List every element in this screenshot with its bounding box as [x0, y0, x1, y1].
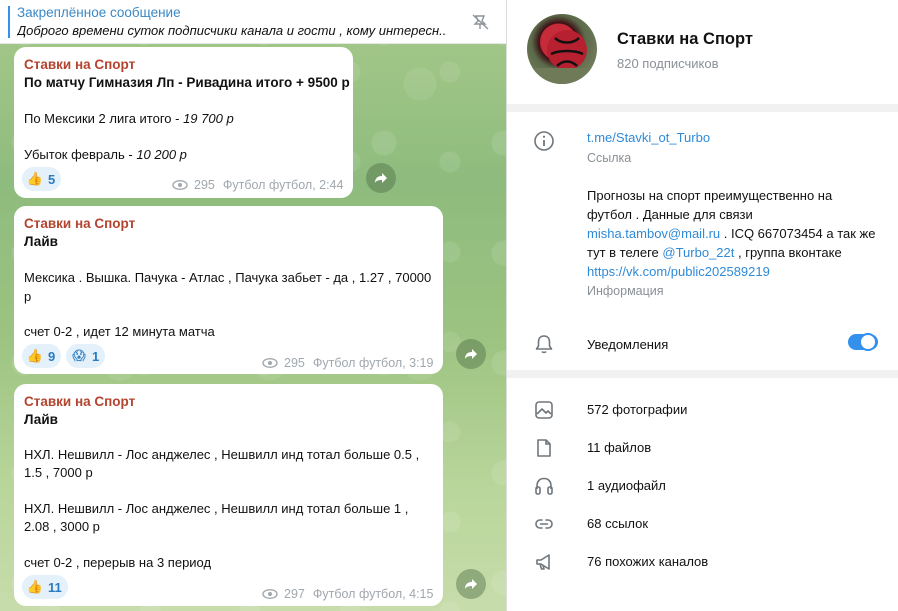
- reaction-thumbs-up[interactable]: 👍 11: [22, 575, 68, 599]
- post-line: Мексика . Вышка. Пачука - Атлас , Пачука…: [24, 270, 432, 285]
- email-link[interactable]: misha.tambov@mail.ru: [587, 226, 720, 241]
- scream-icon: 😱: [72, 348, 86, 363]
- channel-post[interactable]: Ставки на Спорт Лайв Мексика . Вышка. Па…: [14, 206, 443, 374]
- description-text: Прогнозы на спорт преимущественно на фут…: [587, 188, 833, 222]
- bell-icon: [535, 335, 553, 354]
- media-row-links[interactable]: 68 ссылок: [507, 505, 898, 543]
- link-icon: [535, 519, 553, 529]
- channel-post[interactable]: Ставки на Спорт Лайв НХЛ. Нешвилл - Лос …: [14, 384, 443, 606]
- channel-name: Ставки на Спорт: [617, 30, 753, 48]
- thumbs-up-icon: 👍: [26, 348, 44, 363]
- channel-link[interactable]: t.me/Stavki_ot_Turbo: [587, 130, 710, 145]
- views-count: 295: [284, 356, 305, 370]
- media-row-audio[interactable]: 1 аудиофайл: [507, 467, 898, 505]
- subscriber-count: 820 подписчиков: [617, 56, 719, 71]
- photo-icon: [535, 401, 553, 419]
- channel-info-panel: Ставки на Спорт 820 подписчиков t.me/Sta…: [506, 0, 898, 611]
- vk-link[interactable]: https://vk.com/public202589219: [587, 264, 770, 279]
- post-sender[interactable]: Ставки на Спорт: [24, 394, 135, 409]
- pinned-indicator: [8, 6, 10, 38]
- post-line: р: [24, 289, 32, 304]
- post-line: 1.5 , 7000 р: [24, 465, 93, 480]
- media-row-label: 572 фотографии: [587, 402, 688, 417]
- post-meta: 297 Футбол футбол, 4:15: [262, 587, 433, 601]
- views-count: 297: [284, 587, 305, 601]
- channel-description: Прогнозы на спорт преимущественно на фут…: [587, 186, 879, 281]
- post-sender[interactable]: Ставки на Спорт: [24, 57, 135, 72]
- description-caption: Информация: [587, 284, 664, 298]
- pinned-text: Доброго времени суток подписчики канала …: [17, 23, 447, 38]
- media-row-label: 1 аудиофайл: [587, 478, 666, 493]
- media-row-photos[interactable]: 572 фотографии: [507, 391, 898, 429]
- post-line: По матчу Гимназия Лп - Ривадина итого + …: [24, 75, 350, 90]
- pinned-title: Закреплённое сообщение: [17, 5, 181, 20]
- share-icon: [465, 349, 477, 359]
- notifications-toggle[interactable]: [848, 333, 878, 351]
- unpin-icon[interactable]: [470, 12, 492, 32]
- views-icon: [172, 180, 188, 190]
- reaction-count: 5: [48, 171, 56, 187]
- headphones-icon: [535, 477, 553, 495]
- post-line: счет 0-2 , идет 12 минута матча: [24, 324, 215, 339]
- shared-media-card: 572 фотографии 11 файлов 1 аудиофайл 68 …: [507, 378, 898, 611]
- soccer-ball-icon: [527, 30, 597, 84]
- share-button[interactable]: [456, 339, 486, 369]
- post-line: Убыток февраль - 10 200 р: [24, 147, 187, 162]
- reaction-thumbs-up[interactable]: 👍 5: [22, 167, 62, 191]
- post-line: НХЛ. Нешвилл - Лос анджелес , Нешвилл ин…: [24, 447, 420, 462]
- reaction-scream[interactable]: 😱 1: [66, 344, 106, 368]
- notifications-label: Уведомления: [587, 337, 669, 352]
- link-caption: Ссылка: [587, 151, 632, 165]
- post-sender[interactable]: Ставки на Спорт: [24, 216, 135, 231]
- reaction-count: 1: [92, 348, 100, 364]
- post-signature: Футбол футбол, 4:15: [312, 587, 434, 601]
- media-row-label: 76 похожих каналов: [587, 554, 709, 569]
- post-line: 2.08 , 3000 р: [24, 519, 100, 534]
- pinned-message-bar[interactable]: Закреплённое сообщение Доброго времени с…: [0, 0, 506, 44]
- reaction-count: 11: [48, 579, 62, 595]
- chat-area: Закреплённое сообщение Доброго времени с…: [0, 0, 506, 611]
- mention-link[interactable]: @Turbo_22t: [662, 245, 734, 260]
- media-row-label: 68 ссылок: [587, 516, 649, 531]
- channel-header-card: Ставки на Спорт 820 подписчиков: [507, 0, 898, 104]
- description-text: , группа вконтаке: [734, 245, 842, 260]
- reaction-thumbs-up[interactable]: 👍 9: [22, 344, 62, 368]
- channel-post[interactable]: Ставки на Спорт По матчу Гимназия Лп - Р…: [14, 47, 353, 198]
- toggle-knob: [859, 333, 877, 351]
- views-count: 295: [194, 178, 215, 192]
- post-line: НХЛ. Нешвилл - Лос анджелес , Нешвилл ин…: [24, 501, 409, 516]
- media-row-similar-channels[interactable]: 76 похожих каналов: [507, 543, 898, 581]
- media-row-label: 11 файлов: [587, 440, 652, 455]
- info-icon: [534, 131, 554, 151]
- post-line: счет 0-2 , перерыв на 3 период: [24, 555, 212, 570]
- post-meta: 295 Футбол футбол, 2:44: [172, 178, 343, 192]
- megaphone-icon: [536, 554, 550, 570]
- post-signature: Футбол футбол, 3:19: [312, 356, 434, 370]
- post-line: Лайв: [24, 412, 58, 427]
- share-icon: [465, 579, 477, 589]
- thumbs-up-icon: 👍: [26, 171, 44, 186]
- file-icon: [537, 439, 551, 457]
- media-row-files[interactable]: 11 файлов: [507, 429, 898, 467]
- share-button[interactable]: [366, 163, 396, 193]
- views-icon: [262, 589, 278, 599]
- post-line: По Мексики 2 лига итого - 19 700 р: [24, 111, 234, 126]
- share-button[interactable]: [456, 569, 486, 599]
- channel-avatar[interactable]: [527, 14, 597, 84]
- post-line: Лайв: [24, 234, 58, 249]
- reaction-count: 9: [48, 348, 56, 364]
- post-signature: Футбол футбол, 2:44: [222, 178, 344, 192]
- views-icon: [262, 358, 278, 368]
- thumbs-up-icon: 👍: [26, 579, 44, 594]
- post-meta: 295 Футбол футбол, 3:19: [262, 356, 433, 370]
- share-icon: [375, 173, 387, 183]
- channel-about-card: t.me/Stavki_ot_Turbo Ссылка Прогнозы на …: [507, 112, 898, 370]
